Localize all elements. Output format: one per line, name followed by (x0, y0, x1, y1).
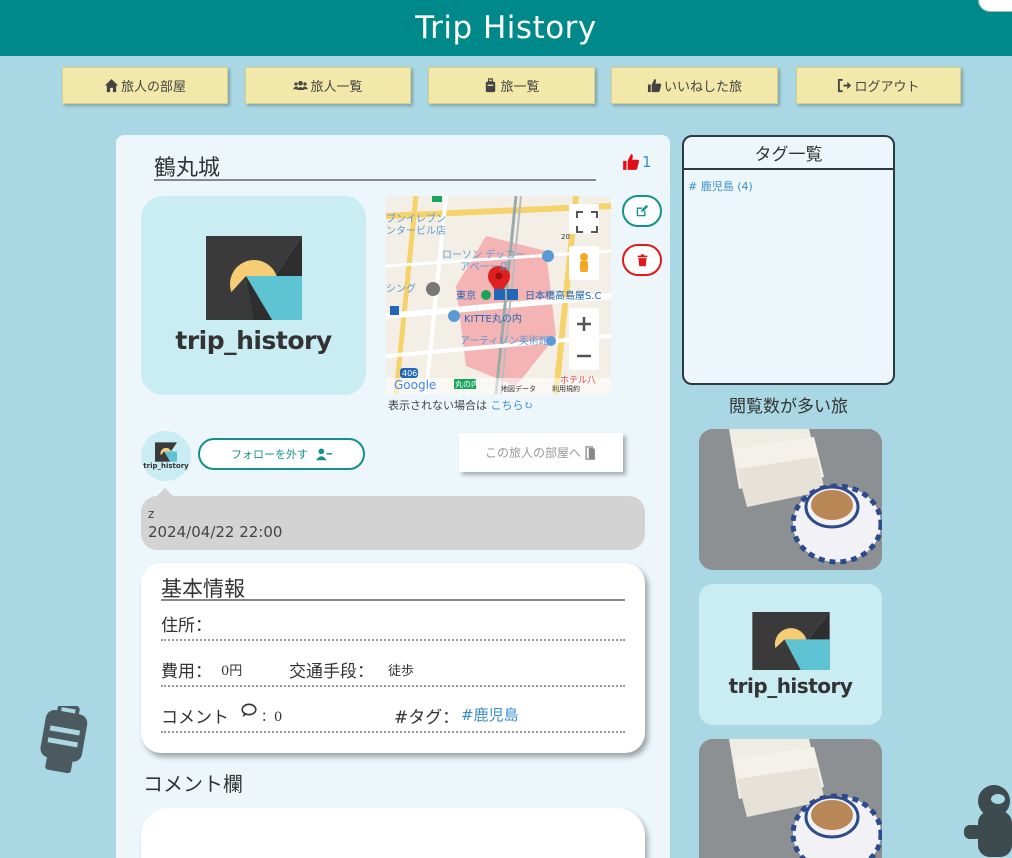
basic-info-heading: 基本情報 (161, 573, 625, 601)
map-label: 406 (402, 369, 417, 378)
address-label: 住所： (161, 616, 212, 636)
thumbs-up-icon (623, 154, 640, 170)
nav-label: 旅一覧 (500, 80, 540, 95)
tags-title: タグ一覧 (684, 137, 893, 170)
trip-history-logo-icon (751, 611, 830, 670)
post-meta-bubble: z 2024/04/22 22:00 (141, 488, 645, 550)
map-label: 東京 (456, 289, 476, 302)
cost-label: 費用： (161, 662, 212, 682)
avatar-text: trip_history (143, 462, 189, 470)
main-nav: 旅人の部屋 旅人一覧 旅一覧 いいねした旅 ログアウト (0, 67, 1012, 105)
cost-value: 0円 (221, 664, 243, 679)
logo-text: trip_history (175, 326, 332, 355)
map-label: KITTE丸の内 (464, 312, 522, 325)
post-date: 2024/04/22 22:00 (148, 523, 283, 541)
nav-label: いいねした旅 (663, 80, 742, 95)
comment-count-value: ：0 (261, 710, 283, 725)
sign-out-icon (838, 78, 852, 93)
tags-panel: タグ一覧 # 鹿児島 (4) (682, 135, 895, 385)
home-icon (104, 78, 119, 93)
map-label: 日本橋高島屋S.C (525, 289, 602, 302)
traveler-room-button[interactable]: この旅人の部屋へ (459, 433, 623, 472)
transport-value: 徒歩 (388, 664, 415, 679)
nav-label: ログアウト (854, 80, 920, 95)
address-row: 住所： (161, 607, 625, 641)
map-fallback-link-text: こちら (490, 399, 524, 412)
map-label: アベー一店 (460, 260, 510, 273)
refresh-icon: ↻ (523, 399, 533, 412)
map-label: 丸の内 (455, 379, 479, 389)
users-icon (293, 81, 309, 90)
nav-label: 旅人の部屋 (120, 80, 186, 95)
nav-trips-list-button[interactable]: 旅一覧 (428, 67, 595, 104)
site-title[interactable]: Trip History (415, 10, 597, 46)
like-count: 1 (642, 153, 652, 171)
unfollow-button[interactable]: フォローを外す (198, 438, 365, 470)
comment-icon (241, 703, 257, 723)
map-label: シング (386, 282, 416, 295)
nav-travelers-room-button[interactable]: 旅人の部屋 (62, 67, 228, 104)
google-logo: Google (394, 378, 436, 392)
thumbs-up-icon (647, 78, 662, 93)
map-label: ローソン デッコー (442, 248, 525, 261)
trip-history-logo-icon (205, 236, 302, 320)
header-bar: Trip History (0, 0, 1012, 56)
popular-trips-title: 閲覧数が多い旅 (729, 397, 848, 417)
tea-photo (699, 429, 882, 570)
astronaut-icon (964, 779, 1012, 858)
suitcase-icon (486, 78, 496, 93)
popular-trip-card[interactable]: trip_history (699, 584, 882, 725)
tag-link[interactable]: #鹿児島 (461, 704, 519, 725)
tag-item[interactable]: # 鹿児島 (4) (688, 178, 893, 194)
trip-history-logo-icon (155, 442, 177, 462)
transport-label: 交通手段： (289, 662, 374, 682)
map-label: ンタービル店 (386, 224, 446, 237)
comments-card (141, 808, 645, 858)
logo-text: trip_history (728, 673, 853, 698)
map-terms-link[interactable]: 利用規約 (552, 384, 580, 393)
comments-heading: コメント欄 (143, 772, 243, 796)
post-user: z (148, 507, 155, 521)
basic-info-card: 基本情報 住所： 費用： 0円 交通手段： 徒歩 コメント ：0 #タグ： #鹿… (141, 563, 645, 753)
trip-title: 鶴丸城 (154, 150, 596, 181)
luggage-tag-icon (34, 703, 94, 780)
popular-trip-card[interactable] (699, 429, 882, 570)
map-note-text: 表示されない場合は (388, 399, 487, 412)
nav-logout-button[interactable]: ログアウト (796, 67, 961, 104)
map-canvas: ブンイレブン ンタービル店 ローソン デッコー アベー一店 東京 日本橋高島屋S… (386, 196, 611, 394)
google-map[interactable]: ブンイレブン ンタービル店 ローソン デッコー アベー一店 東京 日本橋高島屋S… (386, 196, 611, 394)
popular-trip-card[interactable] (699, 739, 882, 858)
map-label: ブンイレブン (386, 212, 446, 225)
cost-transport-row: 費用： 0円 交通手段： 徒歩 (161, 653, 625, 687)
map-fallback-link[interactable]: こちら↻ (491, 399, 533, 412)
delete-button[interactable] (622, 244, 662, 276)
comment-tag-row: コメント ：0 #タグ： #鹿児島 (161, 699, 625, 733)
header-corner-widget (978, 0, 1012, 12)
nav-liked-trips-button[interactable]: いいねした旅 (611, 67, 778, 104)
room-label: この旅人の部屋へ (484, 446, 581, 460)
unfollow-label: フォローを外す (231, 448, 308, 461)
map-data-label: 地図データ (501, 384, 536, 393)
tea-photo (699, 739, 882, 858)
edit-button[interactable] (622, 195, 662, 227)
trip-image: trip_history (141, 196, 366, 395)
tag-label: #タグ： (394, 708, 460, 728)
comment-count-label: コメント (161, 708, 229, 728)
nav-travelers-list-button[interactable]: 旅人一覧 (245, 67, 411, 104)
map-label: アーティゾン美術館 (460, 334, 549, 347)
trash-icon (637, 253, 647, 266)
like-button[interactable]: 1 (622, 153, 652, 171)
nav-label: 旅人一覧 (310, 80, 363, 95)
door-icon (585, 445, 595, 460)
edit-icon (636, 204, 649, 217)
user-minus-icon (316, 448, 332, 461)
map-fallback-note: 表示されない場合は こちら↻ (388, 397, 533, 413)
avatar[interactable]: trip_history (141, 431, 191, 481)
map-label: 20 (561, 233, 570, 241)
